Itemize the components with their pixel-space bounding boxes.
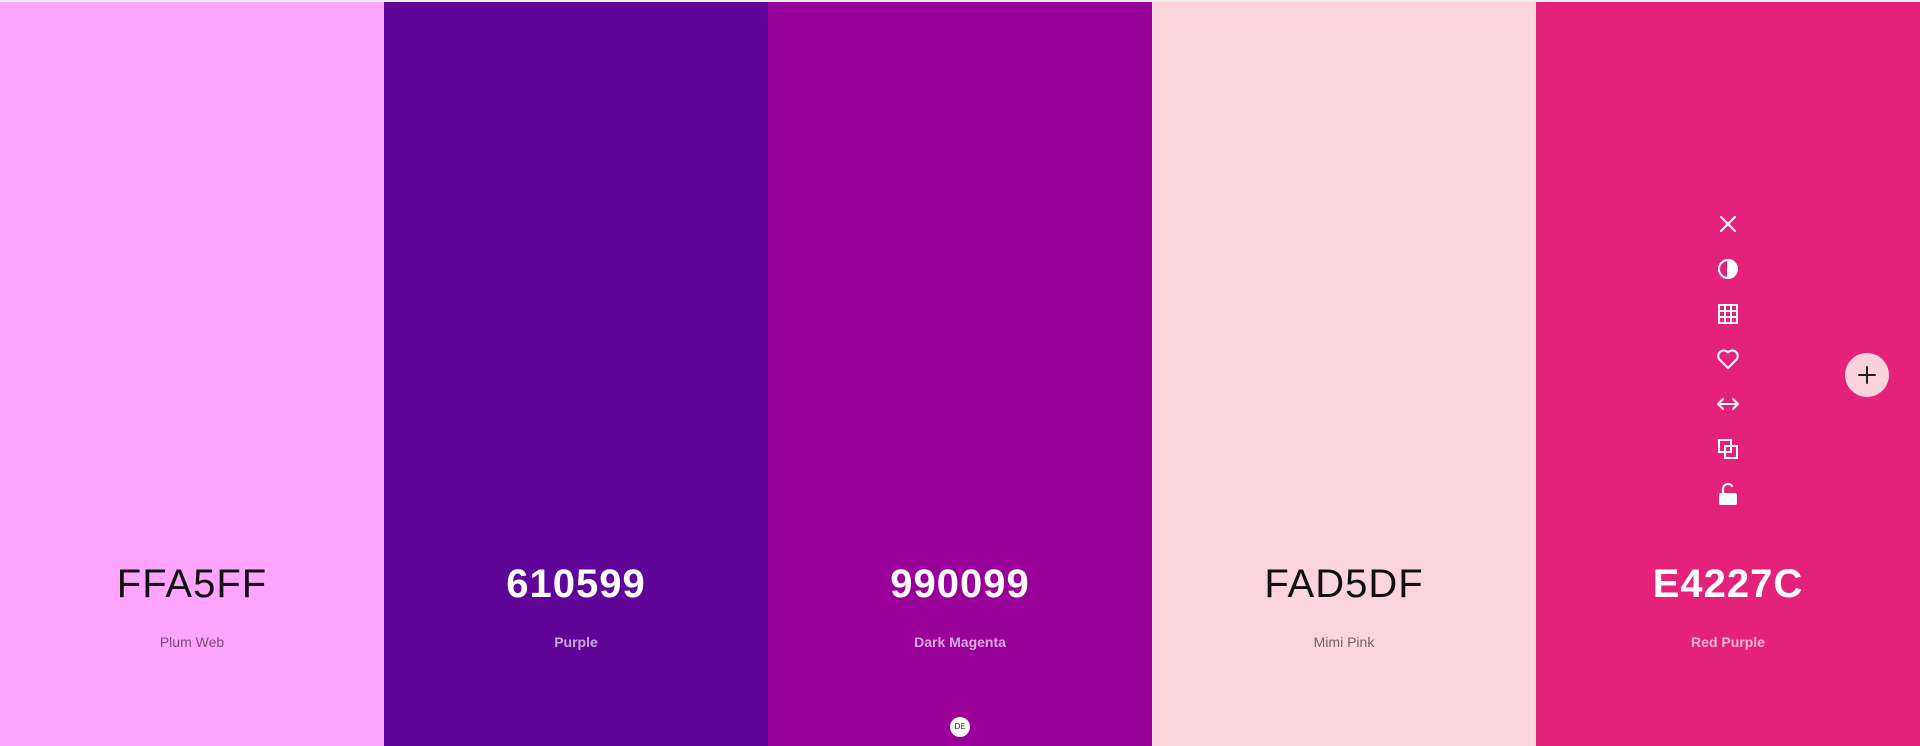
palette: FFA5FF Plum Web 610599 Purple 990099 Dar… xyxy=(0,2,1920,746)
add-color-button[interactable] xyxy=(1845,353,1889,397)
hex-code[interactable]: FFA5FF xyxy=(0,560,384,608)
grid-icon xyxy=(1718,304,1738,324)
contrast-icon xyxy=(1718,259,1738,279)
hex-code[interactable]: FAD5DF xyxy=(1152,560,1536,608)
color-name[interactable]: Plum Web xyxy=(0,632,384,652)
drag-color-button[interactable] xyxy=(1712,388,1744,420)
floating-badge[interactable]: DE xyxy=(950,717,970,737)
color-name[interactable]: Purple xyxy=(384,632,768,652)
color-name[interactable]: Dark Magenta xyxy=(768,632,1152,652)
color-swatch-4[interactable]: FAD5DF Mimi Pink xyxy=(1152,2,1536,746)
shades-grid-button[interactable] xyxy=(1712,298,1744,330)
remove-color-button[interactable] xyxy=(1712,208,1744,240)
swatch-toolbar xyxy=(1712,208,1744,523)
plus-icon xyxy=(1858,366,1876,384)
color-name[interactable]: Mimi Pink xyxy=(1152,632,1536,652)
heart-icon xyxy=(1717,349,1739,369)
copy-icon xyxy=(1718,439,1738,459)
save-color-button[interactable] xyxy=(1712,343,1744,375)
close-icon xyxy=(1720,216,1736,232)
color-swatch-1[interactable]: FFA5FF Plum Web xyxy=(0,2,384,746)
hex-code[interactable]: 990099 xyxy=(768,560,1152,608)
resize-horizontal-icon xyxy=(1717,398,1739,410)
color-name[interactable]: Red Purple xyxy=(1536,632,1920,652)
hex-code[interactable]: E4227C xyxy=(1536,560,1920,608)
lock-color-button[interactable] xyxy=(1712,478,1744,510)
color-swatch-2[interactable]: 610599 Purple xyxy=(384,2,768,746)
copy-hex-button[interactable] xyxy=(1712,433,1744,465)
hex-code[interactable]: 610599 xyxy=(384,560,768,608)
view-shades-button[interactable] xyxy=(1712,253,1744,285)
color-swatch-3[interactable]: 990099 Dark Magenta xyxy=(768,2,1152,746)
unlock-icon xyxy=(1719,482,1737,505)
